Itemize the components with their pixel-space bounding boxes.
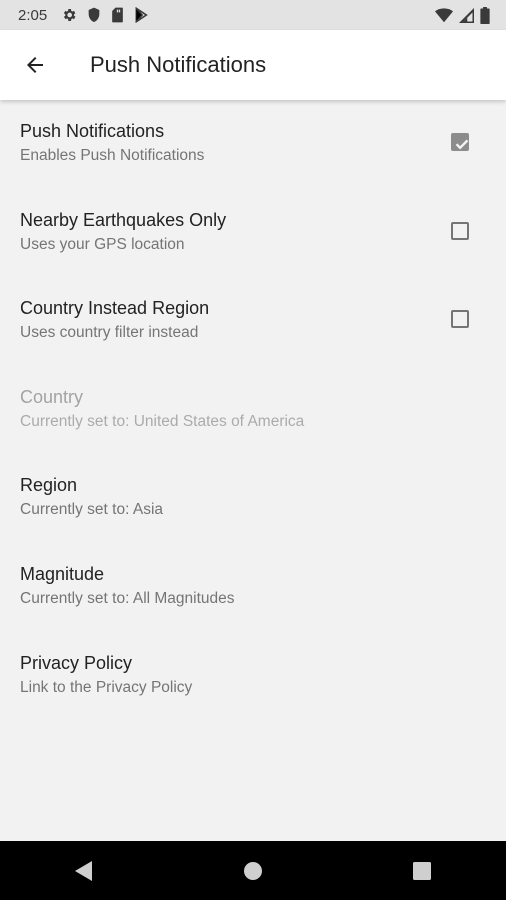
shield-icon bbox=[87, 7, 101, 23]
status-time: 2:05 bbox=[18, 6, 48, 24]
pref-summary: Link to the Privacy Policy bbox=[20, 678, 193, 696]
pref-summary: Uses your GPS location bbox=[20, 235, 185, 253]
pref-summary: Uses country filter instead bbox=[20, 324, 199, 342]
pref-nearby-earthquakes[interactable]: Nearby Earthquakes Only Uses your GPS lo… bbox=[0, 189, 506, 278]
country-instead-region-checkbox[interactable] bbox=[451, 310, 469, 329]
play-store-icon bbox=[134, 7, 148, 23]
home-circle-icon bbox=[243, 861, 262, 880]
pref-summary: Currently set to: All Magnitudes bbox=[20, 589, 235, 607]
pref-title: Privacy Policy bbox=[20, 652, 133, 673]
nav-home-button[interactable] bbox=[223, 841, 283, 900]
status-left: 2:05 bbox=[18, 7, 148, 24]
nav-bar bbox=[0, 841, 506, 900]
checkmark-icon bbox=[455, 139, 469, 150]
recents-square-icon bbox=[412, 861, 431, 880]
app-bar: Push Notifications bbox=[0, 30, 506, 100]
wifi-icon bbox=[435, 7, 453, 23]
arrow-left-icon bbox=[27, 57, 43, 73]
pref-country: Country Currently set to: United States … bbox=[0, 366, 506, 455]
pref-title: Country bbox=[20, 386, 84, 407]
pref-summary: Currently set to: United States of Ameri… bbox=[20, 412, 305, 430]
sd-card-icon bbox=[111, 7, 124, 23]
pref-title: Nearby Earthquakes Only bbox=[20, 209, 227, 230]
pref-privacy-policy[interactable]: Privacy Policy Link to the Privacy Polic… bbox=[0, 632, 506, 721]
page-title: Push Notifications bbox=[90, 52, 267, 77]
pref-push-notifications[interactable]: Push Notifications Enables Push Notifica… bbox=[0, 100, 506, 189]
pref-title: Region bbox=[20, 475, 78, 496]
screen: 2:05 Push Notifications Push Notificatio… bbox=[0, 0, 506, 900]
push-notifications-checkbox[interactable] bbox=[451, 133, 469, 151]
status-right bbox=[435, 6, 490, 24]
back-button[interactable] bbox=[0, 30, 70, 100]
nearby-earthquakes-checkbox[interactable] bbox=[451, 221, 469, 240]
settings-list: Push Notifications Enables Push Notifica… bbox=[0, 100, 506, 720]
signal-icon bbox=[459, 7, 474, 23]
pref-summary: Currently set to: Asia bbox=[20, 501, 164, 519]
pref-country-instead-region[interactable]: Country Instead Region Uses country filt… bbox=[0, 277, 506, 366]
nav-back-button[interactable] bbox=[54, 841, 114, 900]
back-triangle-icon bbox=[75, 860, 93, 881]
pref-magnitude[interactable]: Magnitude Currently set to: All Magnitud… bbox=[0, 543, 506, 632]
pref-title: Country Instead Region bbox=[20, 298, 210, 319]
pref-region[interactable]: Region Currently set to: Asia bbox=[0, 454, 506, 543]
pref-title: Push Notifications bbox=[20, 121, 165, 141]
nav-recents-button[interactable] bbox=[392, 841, 452, 900]
gear-icon bbox=[61, 7, 77, 23]
battery-icon bbox=[480, 6, 490, 24]
pref-summary: Enables Push Notifications bbox=[20, 147, 205, 164]
status-bar: 2:05 bbox=[0, 0, 506, 30]
pref-title: Magnitude bbox=[20, 563, 105, 584]
